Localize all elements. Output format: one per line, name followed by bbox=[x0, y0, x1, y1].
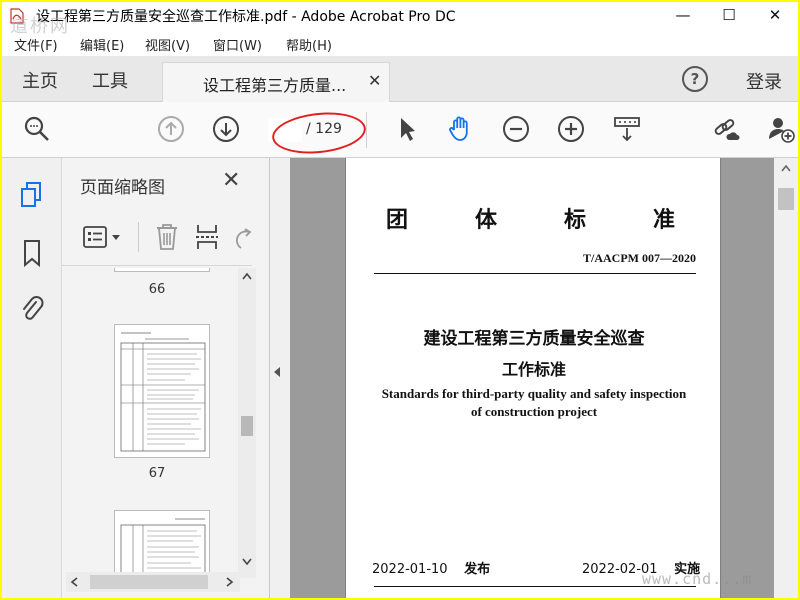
insert-page-icon[interactable] bbox=[194, 222, 220, 252]
minimize-button[interactable]: — bbox=[660, 2, 706, 30]
menu-view[interactable]: 视图(V) bbox=[145, 35, 190, 54]
doc-scroll-up-icon[interactable] bbox=[781, 164, 791, 172]
thumbnail-scrollbar[interactable] bbox=[238, 268, 256, 578]
hscroll-thumb[interactable] bbox=[90, 575, 208, 589]
zoom-in-icon[interactable] bbox=[556, 114, 586, 144]
scroll-thumb[interactable] bbox=[241, 416, 253, 436]
select-arrow-icon[interactable] bbox=[392, 114, 422, 144]
thumbnails-panel: 页面缩略图 ✕ 66 67 bbox=[62, 158, 270, 598]
menu-bar: 文件(F) 编辑(E) 视图(V) 窗口(W) 帮助(H) bbox=[2, 30, 798, 56]
left-nav-pane bbox=[2, 158, 62, 598]
menu-window[interactable]: 窗口(W) bbox=[213, 35, 262, 54]
publish-date-block: 2022-01-10 发布 bbox=[372, 558, 490, 577]
thumbnail-page-68[interactable] bbox=[114, 510, 210, 572]
scroll-up-icon[interactable] bbox=[242, 272, 252, 280]
pdf-page: 团 体 标 准 T/AACPM 007—2020 建设工程第三方质量安全巡查 工… bbox=[345, 158, 721, 598]
page-number-66: 66 bbox=[148, 282, 166, 297]
english-title-line-1: Standards for third-party quality and sa… bbox=[381, 386, 687, 401]
thumbnail-content bbox=[120, 518, 206, 572]
document-scrollbar[interactable] bbox=[774, 158, 798, 598]
thumbnail-page-65[interactable] bbox=[114, 268, 210, 272]
highlight-ellipse bbox=[270, 108, 368, 158]
header-rule bbox=[374, 273, 696, 274]
window-title: 设工程第三方质量安全巡查工作标准.pdf - Adobe Acrobat Pro… bbox=[36, 9, 456, 25]
close-panel-icon[interactable]: ✕ bbox=[222, 168, 240, 193]
thumbnail-toolbar bbox=[62, 210, 252, 266]
tab-document[interactable]: 设工程第三方质量... ✕ bbox=[162, 62, 390, 102]
close-window-button[interactable]: ✕ bbox=[752, 2, 798, 30]
tab-home[interactable]: 主页 bbox=[22, 67, 58, 93]
add-user-icon[interactable] bbox=[766, 114, 796, 144]
thumbnail-content bbox=[120, 332, 206, 452]
watermark-bottom-right: www.cnd...m bbox=[642, 570, 753, 588]
menu-help[interactable]: 帮助(H) bbox=[286, 35, 332, 54]
delete-icon[interactable] bbox=[154, 222, 180, 252]
search-icon[interactable] bbox=[22, 114, 52, 144]
header-char-3: 标 bbox=[564, 207, 587, 233]
maximize-button[interactable]: ☐ bbox=[706, 2, 752, 30]
page-down-icon[interactable] bbox=[211, 114, 241, 144]
publish-label: 发布 bbox=[464, 562, 491, 577]
bookmark-icon[interactable] bbox=[18, 238, 46, 268]
header-char-4: 准 bbox=[653, 207, 676, 233]
scroll-left-icon[interactable] bbox=[70, 577, 78, 587]
chinese-title: 建设工程第三方质量安全巡查 bbox=[423, 329, 645, 349]
help-icon[interactable]: ? bbox=[682, 66, 708, 92]
standard-code: T/AACPM 007—2020 bbox=[583, 251, 696, 265]
login-button[interactable]: 登录 bbox=[746, 68, 782, 94]
chinese-subtitle: 工作标准 bbox=[501, 360, 566, 379]
publish-date: 2022-01-10 bbox=[372, 562, 448, 577]
scroll-down-icon[interactable] bbox=[242, 558, 252, 566]
watermark-top-left: 道桥网 bbox=[10, 16, 70, 37]
thumbnail-hscrollbar[interactable] bbox=[66, 572, 240, 592]
panel-title: 页面缩略图 bbox=[80, 178, 165, 198]
document-tab-label: 设工程第三方质量... bbox=[203, 76, 347, 95]
header-char-1: 团 bbox=[386, 207, 409, 233]
attachment-icon[interactable] bbox=[18, 294, 46, 324]
document-view: 团 体 标 准 T/AACPM 007—2020 建设工程第三方质量安全巡查 工… bbox=[290, 158, 774, 598]
page-number-67: 67 bbox=[148, 466, 166, 481]
menu-edit[interactable]: 编辑(E) bbox=[80, 35, 124, 54]
english-title-line-2: of construction project bbox=[470, 404, 598, 419]
page-thumbnails-icon[interactable] bbox=[18, 180, 46, 210]
hand-icon[interactable] bbox=[445, 114, 475, 144]
page-up-icon[interactable] bbox=[156, 114, 186, 144]
zoom-out-icon[interactable] bbox=[501, 114, 531, 144]
collapse-panel-icon[interactable] bbox=[272, 366, 282, 378]
thumbnail-options-icon[interactable] bbox=[82, 224, 124, 252]
thumbnail-list: 66 67 bbox=[62, 268, 252, 572]
toolbar-divider bbox=[366, 112, 367, 148]
tab-bar: 主页 工具 设工程第三方质量... ✕ ? 登录 bbox=[2, 56, 798, 102]
tool-divider bbox=[138, 222, 139, 252]
acrobat-window: 设工程第三方质量安全巡查工作标准.pdf - Adobe Acrobat Pro… bbox=[2, 2, 798, 598]
header-char-2: 体 bbox=[475, 207, 498, 233]
toolbar: / 129 bbox=[2, 102, 798, 158]
close-tab-icon[interactable]: ✕ bbox=[368, 71, 381, 90]
rotate-icon[interactable] bbox=[234, 224, 252, 252]
thumbnail-page-67[interactable] bbox=[114, 324, 210, 458]
page-display-icon[interactable] bbox=[612, 114, 642, 144]
scroll-right-icon[interactable] bbox=[226, 577, 234, 587]
share-link-icon[interactable] bbox=[712, 114, 742, 144]
tab-tools[interactable]: 工具 bbox=[92, 67, 128, 93]
doc-scroll-thumb[interactable] bbox=[778, 188, 794, 210]
title-bar: 设工程第三方质量安全巡查工作标准.pdf - Adobe Acrobat Pro… bbox=[2, 2, 798, 30]
